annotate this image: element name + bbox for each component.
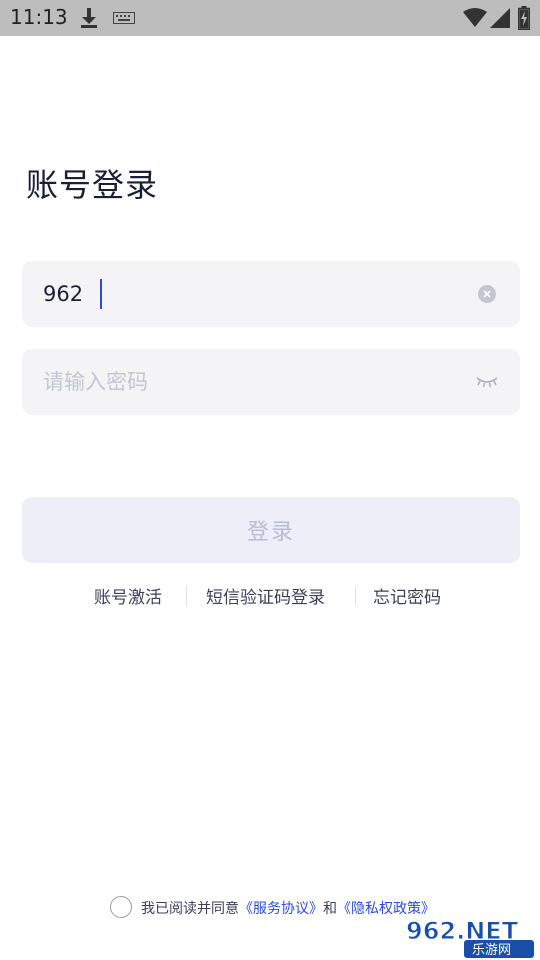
sms-login-link[interactable]: 短信验证码登录 [206,583,325,608]
download-icon [81,8,97,28]
watermark-subtitle: 乐游网 [472,943,511,958]
agreement-checkbox[interactable] [110,896,132,918]
text-caret [100,279,102,309]
wifi-icon [463,8,487,27]
service-agreement-link[interactable]: 《服务协议》 [239,901,323,917]
status-bar: 11:13 [0,0,540,36]
watermark-logo: 962.NET 乐游网 [402,914,534,958]
status-time: 11:13 [10,5,68,29]
account-input[interactable] [43,261,463,327]
clear-icon[interactable] [478,285,496,303]
eye-closed-icon[interactable] [476,376,498,388]
battery-icon [518,6,530,30]
login-button[interactable]: 登录 [22,497,520,563]
link-divider [186,586,187,606]
agreement-text: 我已阅读并同意《服务协议》和《隐私权政策》 [141,898,435,918]
keyboard-icon [113,12,135,24]
account-activate-link[interactable]: 账号激活 [94,583,162,608]
password-input[interactable] [43,349,463,415]
signal-icon [490,8,510,28]
agreement-prefix: 我已阅读并同意 [141,901,239,917]
page-title: 账号登录 [26,166,159,204]
login-screen: 11:13 账号登录 962 登录 账号激活 短信验证码登录 忘记密码 我已阅读… [0,0,540,960]
account-field[interactable] [22,261,520,327]
link-divider [355,586,356,606]
agreement-and: 和 [323,901,337,917]
forgot-password-link[interactable]: 忘记密码 [373,583,441,608]
password-field[interactable] [22,349,520,415]
auxiliary-links: 账号激活 短信验证码登录 忘记密码 [0,583,540,609]
